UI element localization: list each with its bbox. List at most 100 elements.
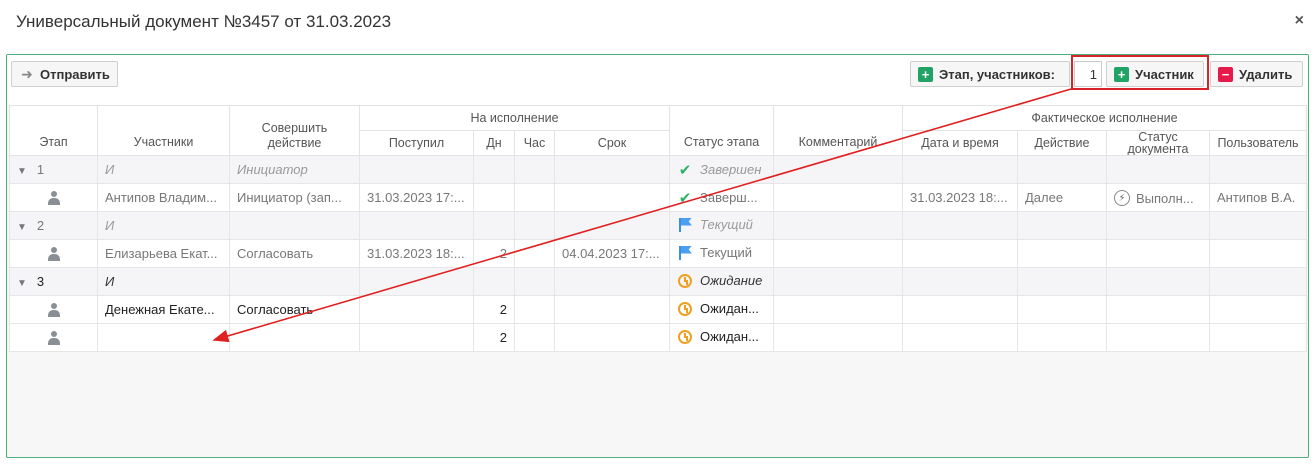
deadline-cell[interactable]: [554, 323, 670, 352]
collapse-triangle-icon[interactable]: ▼: [17, 166, 27, 177]
participant-cell[interactable]: И: [97, 211, 230, 240]
col-participants[interactable]: Участники: [97, 105, 230, 156]
stage-status-cell[interactable]: Текущий: [669, 239, 774, 268]
hours-cell[interactable]: [514, 183, 555, 212]
doc-status-cell[interactable]: [1106, 323, 1210, 352]
hours-cell[interactable]: [514, 295, 555, 324]
comment-cell[interactable]: [773, 155, 903, 184]
participant-cell[interactable]: И: [97, 267, 230, 296]
action-cell[interactable]: Согласовать: [229, 295, 360, 324]
col-days[interactable]: Дн: [473, 130, 515, 156]
stage-cell[interactable]: [9, 323, 98, 352]
deadline-cell[interactable]: [554, 295, 670, 324]
fact-action-cell[interactable]: Далее: [1017, 183, 1107, 212]
col-deadline[interactable]: Срок: [554, 130, 670, 156]
deadline-cell[interactable]: [554, 155, 670, 184]
comment-cell[interactable]: [773, 211, 903, 240]
doc-status-cell[interactable]: [1106, 267, 1210, 296]
received-cell[interactable]: 31.03.2023 18:...: [359, 239, 474, 268]
fact-date-cell[interactable]: [902, 295, 1018, 324]
received-cell[interactable]: [359, 323, 474, 352]
fact-action-cell[interactable]: [1017, 323, 1107, 352]
stage-status-cell[interactable]: ✔ Завершен: [669, 155, 774, 184]
user-cell[interactable]: [1209, 323, 1307, 352]
stage-cell[interactable]: [9, 239, 98, 268]
stage-status-cell[interactable]: ✔ Заверш...: [669, 183, 774, 212]
collapse-triangle-icon[interactable]: ▼: [17, 278, 27, 289]
days-cell[interactable]: [473, 183, 515, 212]
stage-row[interactable]: ▼ 1 И Инициатор ✔ Завершен: [9, 155, 1307, 184]
doc-status-cell[interactable]: ⚡ Выполн...: [1106, 183, 1210, 212]
hours-cell[interactable]: [514, 155, 555, 184]
stage-row[interactable]: ▼ 2 И Текущий: [9, 211, 1307, 240]
participant-cell[interactable]: Антипов Владим...: [97, 183, 230, 212]
received-cell[interactable]: 31.03.2023 17:...: [359, 183, 474, 212]
participants-count-input[interactable]: [1074, 61, 1102, 87]
stage-cell[interactable]: [9, 295, 98, 324]
comment-cell[interactable]: [773, 267, 903, 296]
participant-cell[interactable]: И: [97, 155, 230, 184]
hours-cell[interactable]: [514, 267, 555, 296]
comment-cell[interactable]: [773, 183, 903, 212]
fact-action-cell[interactable]: [1017, 155, 1107, 184]
days-cell[interactable]: 2: [473, 295, 515, 324]
stage-status-cell[interactable]: Текущий: [669, 211, 774, 240]
user-cell[interactable]: [1209, 267, 1307, 296]
days-cell[interactable]: [473, 155, 515, 184]
col-datetime[interactable]: Дата и время: [902, 130, 1018, 156]
user-cell[interactable]: Антипов В.А.: [1209, 183, 1307, 212]
days-cell[interactable]: [473, 211, 515, 240]
user-cell[interactable]: [1209, 239, 1307, 268]
user-cell[interactable]: [1209, 295, 1307, 324]
stage-cell[interactable]: ▼ 3: [9, 267, 98, 296]
col-user[interactable]: Пользователь: [1209, 130, 1307, 156]
col-doc-status[interactable]: Статус документа: [1106, 130, 1210, 156]
participant-cell[interactable]: Денежная Екате...: [97, 295, 230, 324]
action-cell[interactable]: [229, 267, 360, 296]
col-hours[interactable]: Час: [514, 130, 555, 156]
participant-row[interactable]: 2 Ожидан...: [9, 323, 1307, 352]
days-cell[interactable]: 2: [473, 323, 515, 352]
participant-row[interactable]: Денежная Екате... Согласовать 2 Ожидан...: [9, 295, 1307, 324]
doc-status-cell[interactable]: [1106, 211, 1210, 240]
deadline-cell[interactable]: [554, 183, 670, 212]
fact-date-cell[interactable]: [902, 211, 1018, 240]
stage-cell[interactable]: ▼ 1: [9, 155, 98, 184]
deadline-cell[interactable]: 04.04.2023 17:...: [554, 239, 670, 268]
fact-date-cell[interactable]: [902, 155, 1018, 184]
hours-cell[interactable]: [514, 323, 555, 352]
hours-cell[interactable]: [514, 211, 555, 240]
add-participant-button[interactable]: + Участник: [1106, 61, 1204, 87]
participant-cell[interactable]: Елизарьева Екат...: [97, 239, 230, 268]
days-cell[interactable]: [473, 267, 515, 296]
fact-action-cell[interactable]: [1017, 239, 1107, 268]
action-cell[interactable]: Инициатор (зап...: [229, 183, 360, 212]
stage-row[interactable]: ▼ 3 И Ожидание: [9, 267, 1307, 296]
user-cell[interactable]: [1209, 211, 1307, 240]
stage-cell[interactable]: ▼ 2: [9, 211, 98, 240]
collapse-triangle-icon[interactable]: ▼: [17, 222, 27, 233]
doc-status-cell[interactable]: [1106, 155, 1210, 184]
delete-button[interactable]: − Удалить: [1210, 61, 1303, 87]
participant-cell[interactable]: [97, 323, 230, 352]
deadline-cell[interactable]: [554, 267, 670, 296]
fact-action-cell[interactable]: [1017, 267, 1107, 296]
participant-row[interactable]: Антипов Владим... Инициатор (зап... 31.03.…: [9, 183, 1307, 212]
stage-status-cell[interactable]: Ожидан...: [669, 295, 774, 324]
received-cell[interactable]: [359, 295, 474, 324]
add-stage-button[interactable]: + Этап, участников:: [910, 61, 1070, 87]
received-cell[interactable]: [359, 267, 474, 296]
col-action[interactable]: Совершить действие: [229, 105, 360, 156]
comment-cell[interactable]: [773, 239, 903, 268]
fact-date-cell[interactable]: [902, 239, 1018, 268]
stage-cell[interactable]: [9, 183, 98, 212]
fact-date-cell[interactable]: [902, 267, 1018, 296]
close-icon[interactable]: ×: [1295, 12, 1304, 30]
fact-action-cell[interactable]: [1017, 295, 1107, 324]
col-stage[interactable]: Этап: [9, 105, 98, 156]
hours-cell[interactable]: [514, 239, 555, 268]
user-cell[interactable]: [1209, 155, 1307, 184]
col-comment[interactable]: Комментарий: [773, 105, 903, 156]
participant-row[interactable]: Елизарьева Екат... Согласовать 31.03.2023 …: [9, 239, 1307, 268]
received-cell[interactable]: [359, 155, 474, 184]
